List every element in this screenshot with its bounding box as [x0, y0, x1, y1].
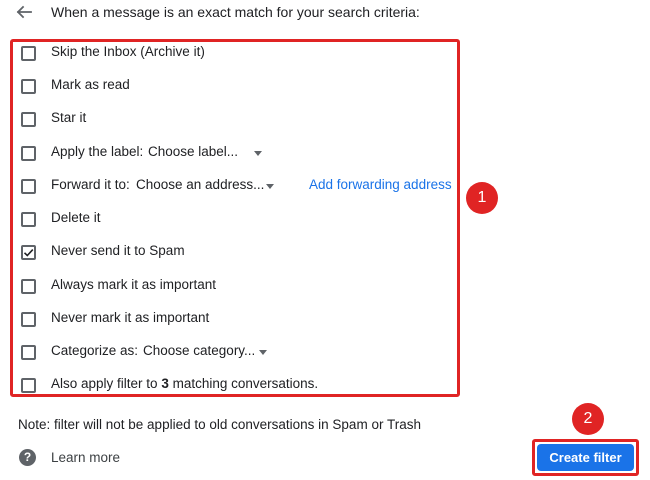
chevron-down-icon [266, 184, 274, 189]
mark-read-checkbox[interactable] [21, 79, 36, 94]
question-circle-icon[interactable]: ? [19, 449, 36, 466]
option-mark-read: Mark as read [0, 74, 520, 98]
chevron-down-icon [254, 151, 262, 156]
forward-address-value: Choose an address... [136, 177, 265, 192]
checkmark-icon [23, 249, 34, 257]
annotation-badge-1: 1 [466, 182, 498, 214]
back-button[interactable] [16, 4, 38, 22]
annotation-badge-2: 2 [572, 403, 604, 435]
categorize-label: Categorize as: [51, 343, 139, 358]
label-select-value: Choose label... [148, 144, 239, 159]
apply-label-checkbox[interactable] [21, 146, 36, 161]
option-apply-existing: Also apply filter to 3 matching conversa… [0, 373, 520, 397]
option-always-important: Always mark it as important [0, 274, 520, 298]
skip-inbox-checkbox[interactable] [21, 46, 36, 61]
criteria-heading: When a message is an exact match for you… [51, 4, 420, 20]
never-spam-checkbox[interactable] [21, 245, 36, 260]
arrow-left-icon [16, 5, 32, 19]
apply-label-label: Apply the label: [51, 144, 144, 159]
never-important-label: Never mark it as important [51, 310, 210, 325]
chevron-down-icon [259, 350, 267, 355]
filter-header: When a message is an exact match for you… [0, 0, 650, 26]
option-never-important: Never mark it as important [0, 307, 520, 331]
learn-more-link[interactable]: Learn more [51, 450, 120, 465]
option-never-spam: Never send it to Spam [0, 240, 520, 264]
categorize-checkbox[interactable] [21, 345, 36, 360]
forward-checkbox[interactable] [21, 179, 36, 194]
matching-count: 3 [161, 376, 169, 391]
option-star: Star it [0, 107, 520, 131]
option-skip-inbox: Skip the Inbox (Archive it) [0, 41, 520, 65]
never-important-checkbox[interactable] [21, 312, 36, 327]
mark-read-label: Mark as read [51, 77, 130, 92]
option-apply-label: Apply the label: Choose label... [0, 141, 520, 165]
apply-existing-checkbox[interactable] [21, 378, 36, 393]
apply-existing-label: Also apply filter to 3 matching conversa… [51, 376, 319, 391]
never-spam-label: Never send it to Spam [51, 243, 185, 258]
star-checkbox[interactable] [21, 112, 36, 127]
always-important-checkbox[interactable] [21, 279, 36, 294]
spam-trash-note: Note: filter will not be applied to old … [18, 417, 421, 432]
add-forwarding-address-link[interactable]: Add forwarding address [309, 177, 452, 192]
always-important-label: Always mark it as important [51, 277, 217, 292]
option-categorize: Categorize as: Choose category... [0, 340, 520, 364]
category-select-value: Choose category... [143, 343, 256, 358]
delete-label: Delete it [51, 210, 101, 225]
option-delete: Delete it [0, 207, 520, 231]
create-filter-button[interactable]: Create filter [537, 444, 634, 471]
option-forward: Forward it to: Choose an address... Add … [0, 174, 520, 198]
delete-checkbox[interactable] [21, 212, 36, 227]
star-label: Star it [51, 110, 87, 125]
forward-label: Forward it to: [51, 177, 130, 192]
skip-inbox-label: Skip the Inbox (Archive it) [51, 44, 205, 59]
